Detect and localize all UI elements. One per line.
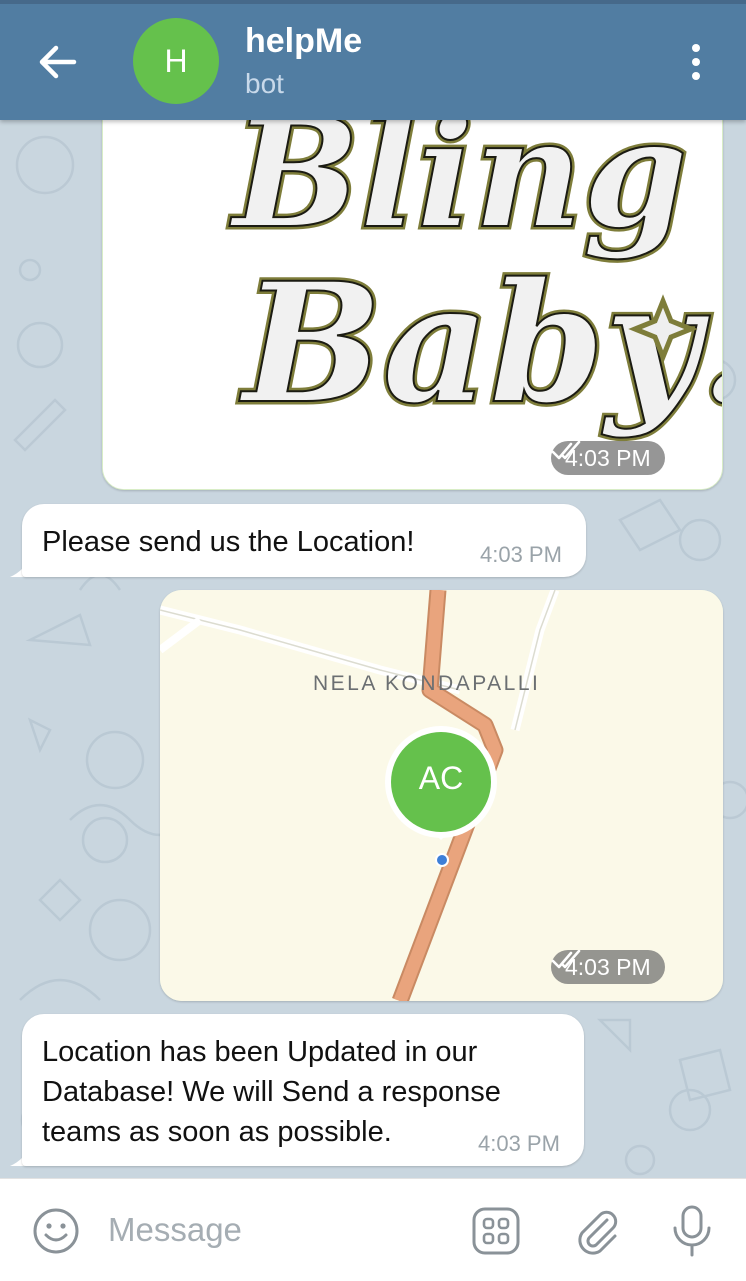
request-time: 4:03 PM [480, 542, 562, 567]
svg-text:Baby!: Baby! [239, 246, 723, 440]
message-input-bar: Message [0, 1178, 746, 1281]
pin-avatar-initials: AC [418, 760, 464, 796]
confirmation-line-3: teams as soon as possible. [42, 1116, 392, 1148]
confirmation-line-2: Database! We will Send a response [42, 1076, 501, 1108]
confirmation-time: 4:03 PM [478, 1131, 560, 1156]
svg-text:Bling: Bling [229, 101, 688, 262]
emoji-button[interactable] [30, 1205, 82, 1257]
sticker-time-badge: 4:03 PM [551, 441, 665, 475]
map-place-label: NELA KONDAPALLI [313, 672, 541, 695]
attach-icon [578, 1210, 618, 1255]
microphone-icon [673, 1205, 711, 1257]
emoji-icon [33, 1208, 79, 1254]
request-message[interactable]: Please send us the Location! 4:03 PM [22, 504, 586, 577]
back-button[interactable] [30, 38, 86, 86]
more-vert-icon [692, 44, 700, 52]
confirmation-message[interactable]: Location has been Updated in our Databas… [22, 1014, 584, 1166]
back-arrow-icon [39, 45, 77, 79]
voice-record-button[interactable] [666, 1205, 718, 1257]
chat-header: H helpMe bot [0, 0, 746, 120]
double-check-icon [551, 441, 581, 460]
attach-button[interactable] [570, 1205, 622, 1257]
location-time-badge: 4:03 PM [551, 950, 665, 984]
location-pin [385, 726, 497, 867]
bot-commands-icon [472, 1207, 520, 1255]
sticker-image: Bling Baby! Bling Baby! [103, 101, 723, 489]
request-text: Please send us the Location! [42, 526, 415, 558]
chat-subtitle: bot [245, 68, 284, 99]
status-bar-strip [0, 0, 746, 4]
confirmation-line-1: Location has been Updated in our [42, 1036, 478, 1068]
sticker-message[interactable]: Bling Baby! Bling Baby! 4:03 PM [102, 100, 723, 490]
avatar-letter: H [164, 42, 188, 79]
bot-commands-button[interactable] [470, 1205, 522, 1257]
chat-title[interactable]: helpMe [245, 22, 362, 61]
message-input[interactable]: Message [108, 1211, 242, 1249]
location-message[interactable]: NELA KONDAPALLI AC 4:03 PM [160, 590, 723, 1001]
double-check-icon [551, 950, 581, 969]
bot-avatar[interactable]: H [133, 18, 219, 104]
more-options-button[interactable] [676, 40, 716, 84]
